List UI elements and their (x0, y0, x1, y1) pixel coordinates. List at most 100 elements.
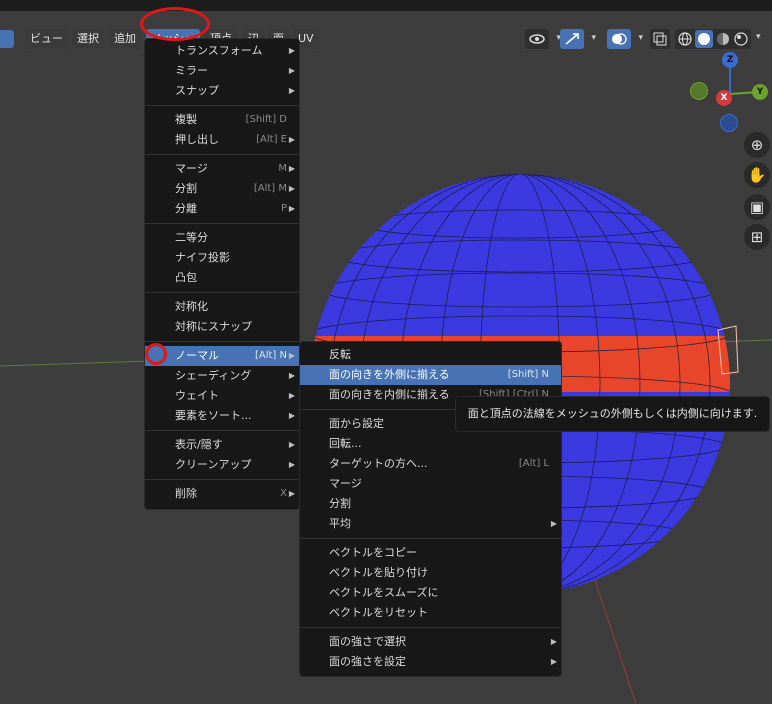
menu-separator (145, 105, 299, 106)
menu-item[interactable]: ターゲットの方へ... [Alt] L (300, 454, 561, 474)
menu-item-shortcut: P (280, 203, 287, 214)
gizmo-x-axis[interactable]: X (716, 90, 732, 106)
menu-item-label: ベクトルをコピー (329, 546, 417, 559)
menu-item-label: 押し出し (175, 133, 219, 146)
grid-perspective-icon[interactable]: ⊞ (744, 224, 770, 250)
viewport-header: ビュー 選択 追加 メッシュ 頂点 辺 面 UV ▾ ▾ ▾ ▾ (0, 11, 772, 49)
submenu-arrow-icon: ▶ (550, 637, 557, 646)
menu-item-label: ターゲットの方へ... (329, 457, 428, 470)
menu-item[interactable]: 複製 [Shift] D (145, 110, 299, 130)
menu-item[interactable]: ベクトルをスムーズに (300, 583, 561, 603)
menu-item-label: スナップ (175, 84, 219, 97)
menu-item[interactable]: 面の強さを設定 ▶ (300, 652, 561, 672)
menu-item-label: マージ (329, 477, 362, 490)
menu-item-label: ミラー (175, 64, 208, 77)
menu-item[interactable]: ベクトルをリセット (300, 603, 561, 623)
mesh-menu: トランスフォーム ▶ ミラー ▶ スナップ ▶ 複製 [Shift] D 押し出し [Alt] E… (144, 38, 300, 510)
menu-item[interactable]: トランスフォーム ▶ (145, 41, 299, 61)
menu-item[interactable]: マージ M ▶ (145, 159, 299, 179)
menu-item[interactable]: ミラー ▶ (145, 61, 299, 81)
menu-item-label: 対称にスナップ (175, 320, 252, 333)
submenu-arrow-icon: ▶ (288, 351, 295, 360)
gizmo-neg-z-axis[interactable] (720, 114, 738, 132)
submenu-arrow-icon: ▶ (288, 460, 295, 469)
menu-item[interactable]: ベクトルを貼り付け (300, 563, 561, 583)
chevron-down-icon: ▾ (591, 33, 596, 43)
menu-item[interactable]: 面の向きを外側に揃える [Shift] N (300, 365, 561, 385)
tooltip: 面と頂点の法線をメッシュの外側もしくは内側に向けます. (455, 396, 770, 432)
menu-item[interactable]: ウェイト ▶ (145, 386, 299, 406)
menu-item-label: シェーディング (175, 369, 252, 382)
menu-item[interactable]: 要素をソート... ▶ (145, 406, 299, 426)
menu-item-label: ベクトルをスムーズに (329, 586, 439, 599)
menu-item-label: 分割 (329, 497, 351, 510)
menu-item[interactable]: 分割 [Alt] M ▶ (145, 179, 299, 199)
menu-item-label: 分離 (175, 202, 197, 215)
chevron-down-icon[interactable]: ▾ (756, 32, 761, 42)
menu-item[interactable]: クリーンアップ ▶ (145, 455, 299, 475)
menu-separator (145, 223, 299, 224)
zoom-icon[interactable]: ⊕ (744, 132, 770, 158)
gizmo-z-axis[interactable]: Z (722, 52, 738, 68)
menu-separator (145, 479, 299, 480)
menu-item[interactable]: 凸包 (145, 268, 299, 288)
menu-item[interactable]: ノーマル [Alt] N ▶ (145, 346, 299, 366)
menu-item-shortcut: [Alt] M (253, 183, 287, 194)
menu-separator (300, 627, 561, 628)
menu-item[interactable]: 回転... (300, 434, 561, 454)
menu-separator (145, 292, 299, 293)
menu-item-label: ベクトルをリセット (329, 606, 428, 619)
menu-item-shortcut: [Alt] L (518, 458, 549, 469)
submenu-arrow-icon: ▶ (550, 519, 557, 528)
menu-item[interactable]: 削除 X ▶ (145, 484, 299, 504)
menu-item-label: 面の強さで選択 (329, 635, 406, 648)
menu-item[interactable]: 表示/隠す ▶ (145, 435, 299, 455)
submenu-arrow-icon: ▶ (550, 657, 557, 666)
menu-item-label: 二等分 (175, 231, 208, 244)
menu-item-label: ナイフ投影 (175, 251, 230, 264)
menu-item[interactable]: スナップ ▶ (145, 81, 299, 101)
window-top-strip (0, 0, 772, 11)
menu-item-label: 凸包 (175, 271, 197, 284)
camera-icon[interactable]: ▣ (744, 194, 770, 220)
menu-item[interactable]: 二等分 (145, 228, 299, 248)
menu-item-label: 削除 (175, 487, 197, 500)
submenu-arrow-icon: ▶ (288, 86, 295, 95)
menu-item-label: マージ (175, 162, 208, 175)
menu-item-label: 分割 (175, 182, 197, 195)
gizmo-y-axis[interactable]: Y (752, 84, 768, 100)
submenu-arrow-icon: ▶ (288, 391, 295, 400)
annotation-circle-normal (145, 343, 167, 365)
menu-item-shortcut: X (280, 488, 287, 499)
menu-separator (145, 341, 299, 342)
chevron-down-icon: ▾ (638, 33, 643, 43)
menu-item[interactable]: 対称化 (145, 297, 299, 317)
submenu-arrow-icon: ▶ (288, 66, 295, 75)
menu-item[interactable]: 分割 (300, 494, 561, 514)
normals-submenu: 反転 面の向きを外側に揃える [Shift] N 面の向きを内側に揃える [Shift]… (299, 341, 562, 677)
menu-item-label: 複製 (175, 113, 197, 126)
menu-item[interactable]: マージ (300, 474, 561, 494)
menu-item-shortcut: [Alt] N (254, 350, 287, 361)
menu-item-label: 要素をソート... (175, 409, 252, 422)
menu-item[interactable]: 分離 P ▶ (145, 199, 299, 219)
menu-item[interactable]: 平均 ▶ (300, 514, 561, 534)
menu-item[interactable]: 対称にスナップ (145, 317, 299, 337)
menu-item[interactable]: 反転 (300, 345, 561, 365)
pan-hand-icon[interactable]: ✋ (744, 162, 770, 188)
gizmo-neg-y-axis[interactable] (690, 82, 708, 100)
submenu-arrow-icon: ▶ (288, 46, 295, 55)
menu-item[interactable]: ベクトルをコピー (300, 543, 561, 563)
menu-item-label: 面の向きを内側に揃える (329, 388, 450, 401)
annotation-circle-mesh-menu (140, 7, 210, 41)
menu-item[interactable]: シェーディング ▶ (145, 366, 299, 386)
menu-item-label: 表示/隠す (175, 438, 223, 451)
menu-item-label: トランスフォーム (175, 44, 263, 57)
menu-item[interactable]: 押し出し [Alt] E ▶ (145, 130, 299, 150)
submenu-arrow-icon: ▶ (288, 411, 295, 420)
menu-item-label: 面から設定 (329, 417, 384, 430)
menu-item[interactable]: 面の強さで選択 ▶ (300, 632, 561, 652)
menu-item[interactable]: ナイフ投影 (145, 248, 299, 268)
menu-item-label: ベクトルを貼り付け (329, 566, 428, 579)
submenu-arrow-icon: ▶ (288, 204, 295, 213)
